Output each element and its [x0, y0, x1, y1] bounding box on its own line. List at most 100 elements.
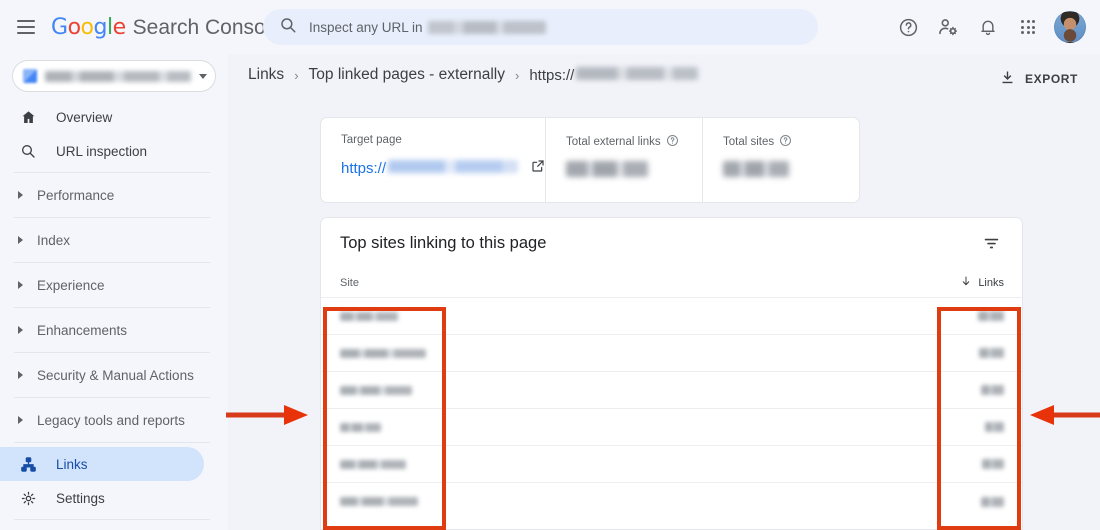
- search-icon: [279, 16, 297, 39]
- download-icon: [999, 69, 1016, 89]
- column-header-links[interactable]: Links: [960, 275, 1004, 290]
- sidebar-item-index[interactable]: Index: [0, 222, 228, 258]
- redacted-links-count: [982, 459, 1004, 469]
- breadcrumb-item-links[interactable]: Links: [248, 66, 284, 84]
- site-favicon: [23, 69, 37, 83]
- expand-arrow-icon: [18, 191, 23, 199]
- search-placeholder: Inspect any URL in: [309, 20, 546, 35]
- sidebar-divider: [14, 172, 210, 173]
- top-sites-panel: Top sites linking to this page Site Link…: [320, 217, 1023, 530]
- filter-icon[interactable]: [978, 230, 1004, 256]
- sidebar-item-links[interactable]: Links: [0, 447, 204, 481]
- sidebar-item-label: Performance: [37, 187, 115, 203]
- redacted-site-name: [340, 459, 406, 469]
- expand-arrow-icon: [18, 371, 23, 379]
- table-row[interactable]: [321, 298, 1022, 335]
- user-settings-icon[interactable]: [928, 7, 968, 47]
- sidebar-item-enhancements[interactable]: Enhancements: [0, 312, 228, 348]
- cell-links: [938, 348, 1004, 358]
- property-name-redacted: [45, 70, 191, 82]
- card-target-page: Target page https://: [321, 118, 545, 202]
- avatar[interactable]: [1054, 11, 1086, 43]
- breadcrumb-separator: ›: [294, 67, 299, 83]
- sidebar-divider: [14, 352, 210, 353]
- breadcrumb-item-top-linked-pages[interactable]: Top linked pages - externally: [309, 66, 505, 84]
- sidebar-item-label: Index: [37, 232, 71, 248]
- table-body: [321, 298, 1022, 520]
- expand-arrow-icon: [18, 416, 23, 424]
- expand-arrow-icon: [18, 236, 23, 244]
- sidebar-item-experience[interactable]: Experience: [0, 267, 228, 303]
- card-label: Total external links: [566, 134, 684, 150]
- notifications-bell-icon[interactable]: [968, 7, 1008, 47]
- sidebar-item-label: Overview: [56, 109, 113, 125]
- redacted-property-url: [427, 21, 546, 35]
- card-label: Target page: [341, 134, 402, 146]
- help-circle-icon[interactable]: [779, 134, 792, 150]
- hamburger-menu-icon[interactable]: [17, 20, 35, 34]
- sidebar-item-label: Legacy tools and reports: [37, 412, 185, 428]
- redacted-links-count: [978, 311, 1004, 321]
- table-row[interactable]: [321, 483, 1022, 520]
- sidebar-item-url-inspection[interactable]: URL inspection: [0, 134, 204, 168]
- card-label: Total sites: [723, 134, 841, 150]
- cell-site: [340, 385, 938, 395]
- search-input[interactable]: Inspect any URL in: [263, 9, 818, 45]
- panel-header: Top sites linking to this page: [321, 218, 1022, 268]
- cell-site: [340, 348, 938, 358]
- redacted-site-name: [340, 497, 418, 506]
- redacted-site-name: [340, 422, 381, 432]
- sidebar-divider: [14, 307, 210, 308]
- column-header-site[interactable]: Site: [340, 277, 960, 289]
- target-page-link[interactable]: https://: [341, 160, 519, 177]
- sidebar-item-performance[interactable]: Performance: [0, 177, 228, 213]
- redacted-total-sites-value: [723, 161, 789, 177]
- export-button[interactable]: EXPORT: [991, 63, 1086, 95]
- search-icon: [18, 143, 38, 159]
- help-circle-icon[interactable]: [666, 134, 679, 150]
- cell-links: [938, 385, 1004, 395]
- sidebar-item-legacy-tools[interactable]: Legacy tools and reports: [0, 402, 228, 438]
- cell-site: [340, 459, 938, 469]
- sidebar-item-overview[interactable]: Overview: [0, 100, 204, 134]
- top-app-bar: Google Search Console Inspect any URL in: [0, 0, 1100, 54]
- open-in-new-icon[interactable]: [530, 158, 546, 179]
- home-icon: [18, 109, 38, 126]
- cell-links: [938, 422, 1004, 432]
- table-row[interactable]: [321, 335, 1022, 372]
- sidebar-item-settings[interactable]: Settings: [0, 481, 204, 515]
- summary-cards: Target page https:// Total external link…: [320, 117, 860, 203]
- redacted-site-name: [340, 385, 412, 395]
- redacted-url: [576, 66, 699, 80]
- table-header-row: Site Links: [321, 268, 1022, 298]
- sidebar-item-security-manual-actions[interactable]: Security & Manual Actions: [0, 357, 228, 393]
- sidebar-divider: [14, 262, 210, 263]
- property-selector[interactable]: [12, 60, 216, 92]
- expand-arrow-icon: [18, 281, 23, 289]
- table-row[interactable]: [321, 446, 1022, 483]
- sidebar-item-label: Experience: [37, 277, 105, 293]
- table-row[interactable]: [321, 372, 1022, 409]
- sidebar-item-label: Security & Manual Actions: [37, 367, 194, 383]
- cell-site: [340, 311, 938, 321]
- help-icon[interactable]: [888, 7, 928, 47]
- brand[interactable]: Google Search Console: [51, 15, 282, 40]
- cell-site: [340, 422, 938, 432]
- sidebar: Overview URL inspection Performance Inde…: [0, 54, 228, 530]
- sidebar-item-submit-feedback[interactable]: Submit feedback: [0, 524, 204, 530]
- sidebar-divider: [14, 442, 210, 443]
- redacted-site-name: [340, 348, 426, 358]
- chevron-down-icon: [199, 73, 207, 79]
- sidebar-item-label: Links: [56, 456, 88, 472]
- redacted-links-count: [979, 348, 1004, 358]
- cell-links: [938, 496, 1004, 507]
- sidebar-divider: [14, 519, 210, 520]
- links-sitemap-icon: [18, 456, 38, 473]
- card-total-sites: Total sites: [702, 118, 859, 202]
- sidebar-nav: Overview URL inspection Performance Inde…: [0, 100, 228, 530]
- gear-icon: [18, 490, 38, 507]
- breadcrumb-current-url: https://: [529, 66, 699, 84]
- cell-links: [938, 311, 1004, 321]
- google-apps-grid-icon[interactable]: [1008, 7, 1048, 47]
- table-row[interactable]: [321, 409, 1022, 446]
